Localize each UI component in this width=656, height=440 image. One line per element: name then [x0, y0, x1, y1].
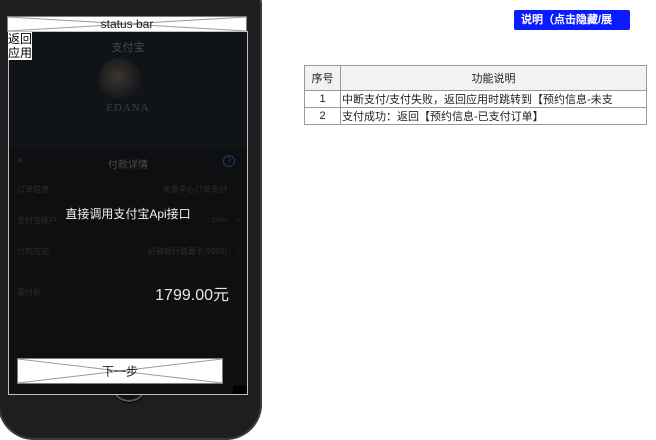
help-icon[interactable]: ?	[223, 155, 235, 167]
phone-screen: 支付宝 EDANA × 付款详情 ? 订单信息 天爱中心订单支付 支付宝账户 .…	[8, 31, 248, 395]
alipay-hero: 支付宝 EDANA	[9, 32, 247, 148]
amount-row: 需付款 1799.00元	[17, 281, 239, 304]
row-number: 1	[304, 90, 341, 108]
hero-title: 支付宝	[111, 42, 145, 54]
next-step-label: 下一步	[101, 364, 138, 379]
chevron-right-icon: ›	[236, 246, 239, 255]
table-row: 1 中断支付/支付失败，返回应用时跳转到【预约信息-未支	[304, 90, 647, 108]
row-description: 中断支付/支付失败，返回应用时跳转到【预约信息-未支	[340, 90, 647, 108]
next-step-button[interactable]: 下一步	[17, 358, 223, 384]
brand-logo-icon	[99, 58, 141, 100]
row-description: 支付成功：返回【预约信息-已支付订单】	[340, 107, 647, 125]
brand-name: EDANA	[106, 102, 150, 114]
explain-toggle-button[interactable]: 说明（点击隐藏/展	[514, 10, 630, 30]
column-header-description: 功能说明	[340, 65, 647, 91]
column-header-number: 序号	[304, 65, 341, 91]
row-value: 天爱中心订单支付	[163, 185, 227, 194]
table-header-row: 序号 功能说明	[304, 65, 647, 91]
detail-row-order: 订单信息 天爱中心订单支付	[17, 184, 239, 198]
detail-row-method[interactable]: 付款方式 招商银行储蓄卡(9999) ›	[17, 246, 239, 260]
back-to-app-button[interactable]: 返回应用	[8, 32, 32, 60]
row-key: 付款方式	[17, 247, 49, 256]
sheet-title: 付款详情	[108, 160, 148, 171]
status-bar-label: status bar	[100, 17, 154, 31]
screen-corner	[233, 386, 247, 394]
row-number: 2	[304, 107, 341, 125]
status-bar-placeholder: status bar	[7, 16, 247, 32]
sheet-header: × 付款详情 ?	[9, 154, 247, 172]
row-key: 订单信息	[17, 185, 49, 194]
function-table: 序号 功能说明 1 中断支付/支付失败，返回应用时跳转到【预约信息-未支 2 支…	[304, 65, 647, 125]
amount-label: 需付款	[17, 288, 41, 297]
api-note: 直接调用支付宝Api接口	[65, 207, 191, 221]
row-value: 招商银行储蓄卡(9999)	[147, 247, 227, 256]
amount-value: 1799.00元	[155, 287, 229, 304]
table-row: 2 支付成功：返回【预约信息-已支付订单】	[304, 107, 647, 125]
